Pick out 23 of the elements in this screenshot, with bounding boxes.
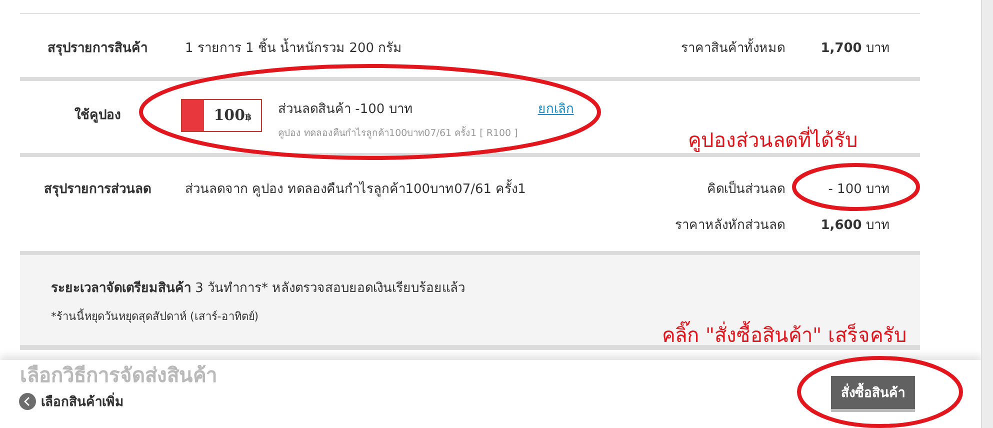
coupon-title: ส่วนลดสินค้า -100 บาท [278, 101, 414, 119]
preparation-notice: ระยะเวลาจัดเตรียมสินค้า 3 วันทำการ* หลังตรวจสอบยอดเงินเรียบร้อยแล้ว [51, 280, 466, 298]
row-label: สรุปรายการส่วนลด [43, 181, 152, 199]
annotation-text: คลิ๊ก "สั่งซื้อสินค้า" เสร็จครับ [662, 319, 908, 351]
amount-label: ราคาหลังหักส่วนลด [674, 217, 785, 235]
section-heading: เลือกวิธีการจัดส่งสินค้า [20, 364, 217, 386]
coupon-badge: 100฿ [181, 99, 262, 132]
amount-value: - 100 บาท [827, 181, 891, 199]
coupon-detail: คูปอง ทดลองคืนกำไรลูกค้า100บาท07/61 ครั้ง1 [ R100 ] [278, 125, 518, 140]
amount-value: 1,600 บาท [820, 217, 891, 235]
cancel-link[interactable]: ยกเลิก [538, 98, 574, 119]
holiday-note: *ร้านนี้หยุดวันหยุดสุดสัปดาห์ (เสาร์-อาทิตย์) [51, 308, 259, 325]
annotation-text: คูปองส่วนลดที่ได้รับ [688, 126, 858, 154]
row-label: สรุปรายการสินค้า [46, 40, 148, 58]
back-icon [19, 393, 36, 410]
total-amount: 1,700 บาท [820, 40, 891, 58]
total-label: ราคาสินค้าทั้งหมด [555, 37, 785, 58]
amount-label: คิดเป็นส่วนลด [706, 180, 785, 199]
discount-detail: ส่วนลดจาก คูปอง ทดลองคืนกำไรลูกค้า100บาท07/61 ครั้ง1 [185, 178, 555, 199]
order-button[interactable]: สั่งซื้อสินค้า [831, 376, 915, 412]
row-label: ใช้คูปอง [74, 106, 122, 125]
back-link[interactable]: เลือกสินค้าเพิ่ม [19, 391, 124, 412]
item-summary: 1 รายการ 1 ชิ้น น้ำหนักรวม 200 กรัม [185, 37, 555, 58]
